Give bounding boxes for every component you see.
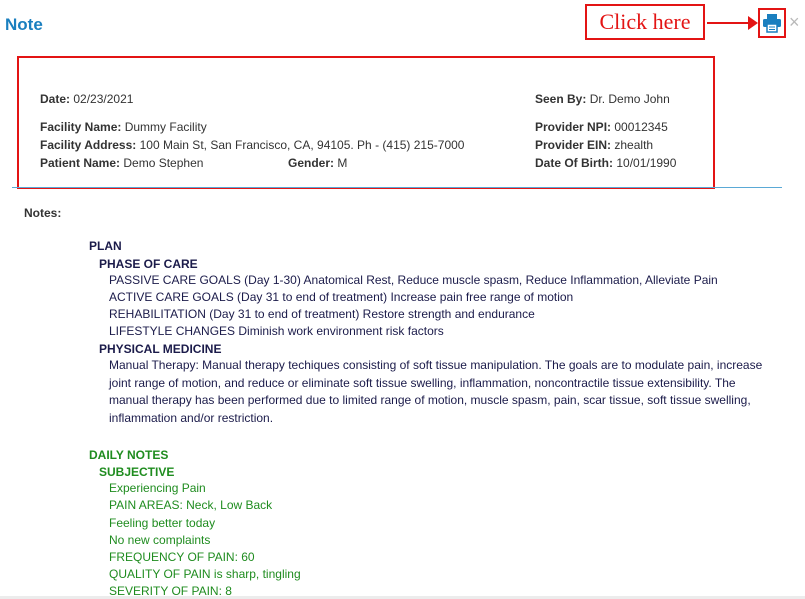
annotation-arrow-line [707,22,752,24]
facility-address-field: Facility Address: 100 Main St, San Franc… [40,138,465,152]
subjective-line: Experiencing Pain [109,481,206,495]
gender-field: Gender: M [288,156,348,170]
subjective-line: PAIN AREAS: Neck, Low Back [109,498,273,512]
subjective-line: No new complaints [109,533,211,547]
physical-medicine-text: Manual Therapy: Manual therapy techiques… [109,358,763,425]
annotation-arrowhead [748,16,758,30]
phase-line: REHABILITATION (Day 31 to end of treatme… [109,307,535,321]
dialog-title: Note [5,15,43,34]
notes-label: Notes: [24,206,62,220]
phase-line: LIFESTYLE CHANGES Diminish work environm… [109,324,444,338]
print-button[interactable] [758,8,786,38]
subjective-heading: SUBJECTIVE [99,465,175,479]
header-divider [12,187,782,188]
phase-line: PASSIVE CARE GOALS (Day 1-30) Anatomical… [109,273,718,287]
subjective-line: QUALITY OF PAIN is sharp, tingling [109,567,301,581]
patient-name-field: Patient Name: Demo Stephen [40,156,204,170]
seen-by-field: Seen By: Dr. Demo John [535,92,670,106]
click-here-annotation: Click here [585,4,705,40]
plan-heading: PLAN [89,239,122,253]
provider-ein-field: Provider EIN: zhealth [535,138,654,152]
daily-notes-heading: DAILY NOTES [89,448,169,462]
subjective-line: Feeling better today [109,516,216,530]
phase-line: ACTIVE CARE GOALS (Day 31 to end of trea… [109,290,574,304]
printer-icon [763,14,781,33]
facility-name-field: Facility Name: Dummy Facility [40,120,207,134]
date-of-birth-field: Date Of Birth: 10/01/1990 [535,156,677,170]
phase-of-care-heading: PHASE OF CARE [99,257,198,271]
physical-medicine-heading: PHYSICAL MEDICINE [99,342,222,356]
subjective-line: FREQUENCY OF PAIN: 60 [109,550,255,564]
provider-npi-field: Provider NPI: 00012345 [535,120,668,134]
close-button[interactable]: × [789,12,800,32]
date-field: Date: 02/23/2021 [40,92,134,106]
